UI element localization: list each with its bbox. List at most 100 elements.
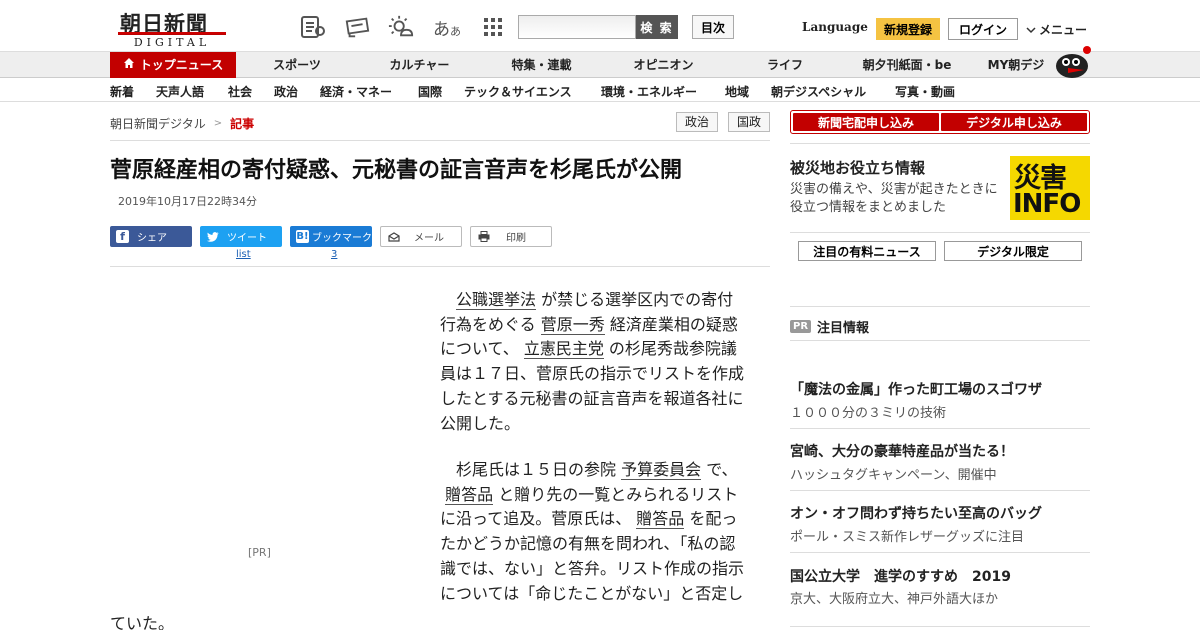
promo-title[interactable]: 国公立大学 進学のすすめ 2019 [790,566,1011,586]
subnav-environment[interactable]: 環境・エネルギー [601,83,697,100]
subnav-tech[interactable]: テック＆サイエンス [464,83,572,100]
nav-top-news-label: トップニュース [139,58,224,72]
subnav-politics[interactable]: 政治 [274,83,298,100]
body-text: を配っ [684,509,738,529]
mascot-icon[interactable] [1054,44,1092,78]
keyword-link[interactable]: 公職選挙法 [456,290,537,310]
font-size-large: あ [433,19,450,40]
disaster-logo-info: INFO [1013,189,1081,219]
paid-news-button[interactable]: 注目の有料ニュース [798,241,936,261]
sidebar-divider [790,626,1090,627]
facebook-icon: f [116,230,129,243]
breadcrumb-divider [110,140,770,141]
subnav-new[interactable]: 新着 [110,83,134,100]
breadcrumb-current: 記事 [230,117,255,131]
breadcrumb-separator: > [213,118,223,129]
breadcrumb-home[interactable]: 朝日新聞デジタル [110,115,206,132]
hatena-bookmark-button[interactable]: B! ブックマーク [290,226,372,247]
subnav-economy[interactable]: 経済・マネー [320,83,392,100]
toc-button[interactable]: 目次 [692,15,734,39]
grid-menu-icon[interactable] [480,14,506,40]
share-divider [110,266,770,267]
mail-share-label: メール [414,233,444,244]
twitter-bird-icon [206,230,219,243]
site-header: 朝日新聞 DIGITAL ああ 検 索 目次 Language 新規登録 ログイ… [0,0,1200,52]
subnav-tenseijingo[interactable]: 天声人語 [156,83,204,100]
sidebar-divider [790,232,1090,233]
keyword-link[interactable]: 贈答品 [636,509,685,530]
body-text: 識では、ない」と答弁。リスト作成の指示 [440,558,745,578]
nav-top-news[interactable]: トップニュース [110,52,236,78]
subnav-society[interactable]: 社会 [228,83,252,100]
subnav-international[interactable]: 国際 [418,83,442,100]
nav-paper-be[interactable]: 朝夕刊紙面・be [852,52,962,78]
subscribe-paper-button[interactable]: 新聞宅配申し込み [793,113,939,131]
ticket-icon[interactable] [344,14,370,40]
subnav-region[interactable]: 地域 [725,83,749,100]
mail-icon [387,230,400,243]
nav-sports[interactable]: スポーツ [252,52,342,78]
digital-only-button[interactable]: デジタル限定 [944,241,1082,261]
promo-title[interactable]: オン・オフ問わず持ちたい至高のバッグ [790,503,1042,523]
promo-subtitle: １０００分の３ミリの技術 [790,406,947,421]
print-button[interactable]: 印刷 [470,226,552,247]
keyword-link[interactable]: 贈答品 [445,484,494,505]
facebook-share-button[interactable]: f シェア [110,226,192,247]
body-text: に沿って追及。菅原氏は、 [440,509,637,529]
tag-politics[interactable]: 政治 [676,112,718,132]
keyword-link[interactable]: 菅原一秀 [540,314,605,335]
promo-title[interactable]: 「魔法の金属」作った町工場のスゴワザ [790,379,1042,399]
primary-nav: トップニュース スポーツ カルチャー 特集・連載 オピニオン ライフ 朝夕刊紙面… [0,52,1200,78]
subnav-photo-video[interactable]: 写真・動画 [895,83,955,100]
body-text: 杉尾氏は１５日の参院 [456,460,622,479]
promo-subtitle: 京大、大阪府立大、神戸外語大ほか [790,592,999,607]
keyword-link[interactable]: 立憲民主党 [523,339,604,360]
chevron-down-icon [1026,23,1036,37]
disaster-info-banner[interactable]: 災害 INFO [1010,156,1090,220]
hatena-bookmark-count[interactable]: 3 [331,249,337,260]
breadcrumb: 朝日新聞デジタル > 記事 [110,115,254,132]
nav-culture[interactable]: カルチャー [372,52,467,78]
sidebar-divider [790,428,1090,429]
pr-section-title: 注目情報 [817,321,870,336]
body-text: については「命じたことがない」と否定し [440,583,744,603]
promo-subtitle: ハッシュタグキャンペーン、開催中 [790,468,997,483]
menu-button[interactable]: メニュー [1026,21,1087,38]
facebook-share-label: シェア [137,233,167,244]
nav-life[interactable]: ライフ [740,52,830,78]
nav-features[interactable]: 特集・連載 [494,52,589,78]
article-paragraph-2: 杉尾氏は１５日の参院 予算委員会 で、 贈答品 と贈り先の一覧とみられるリスト … [440,458,746,606]
nav-opinion[interactable]: オピニオン [616,52,711,78]
search-button[interactable]: 検 索 [636,15,678,39]
sidebar-divider [790,306,1090,307]
body-text: で、 [701,460,738,479]
twitter-share-label: ツイート [227,233,267,244]
language-link[interactable]: Language [802,20,868,34]
mail-share-button[interactable]: メール [380,226,462,247]
promo-title[interactable]: 宮崎、大分の豪華特産品が当たる！ [790,441,1014,461]
body-text-tail: ていた。 [110,614,175,630]
sidebar-divider [790,552,1090,553]
subscribe-digital-button[interactable]: デジタル申し込み [941,113,1087,131]
disaster-info-title[interactable]: 被災地お役立ち情報 [790,157,925,178]
site-logo[interactable]: 朝日新聞 DIGITAL [110,6,230,49]
nav-my-asadigi[interactable]: MY朝デジ [980,52,1052,78]
newspaper-icon[interactable] [300,14,326,40]
register-button[interactable]: 新規登録 [876,18,940,40]
font-size-icon[interactable]: ああ [432,14,462,40]
body-text: 員は１７日、菅原氏の指示でリストを作成 [440,364,745,384]
keyword-link[interactable]: 予算委員会 [621,460,702,480]
pr-badge: PR [790,320,812,333]
login-button[interactable]: ログイン [948,18,1018,40]
weather-icon[interactable] [388,14,414,40]
twitter-list-link[interactable]: list [236,249,251,260]
twitter-share-button[interactable]: ツイート [200,226,282,247]
subnav-special[interactable]: 朝デジスペシャル [771,83,866,100]
print-label: 印刷 [506,233,526,244]
article-paragraph-1: 公職選挙法 が禁じる選挙区内での寄付 行為をめぐる 菅原一秀 経済産業相の疑惑 … [440,288,746,436]
tag-national-politics[interactable]: 国政 [728,112,770,132]
sidebar-divider [790,490,1090,491]
body-text: が禁じる選挙区内での寄付 [536,290,734,309]
sidebar-divider [790,340,1090,341]
search-input[interactable] [518,15,636,39]
